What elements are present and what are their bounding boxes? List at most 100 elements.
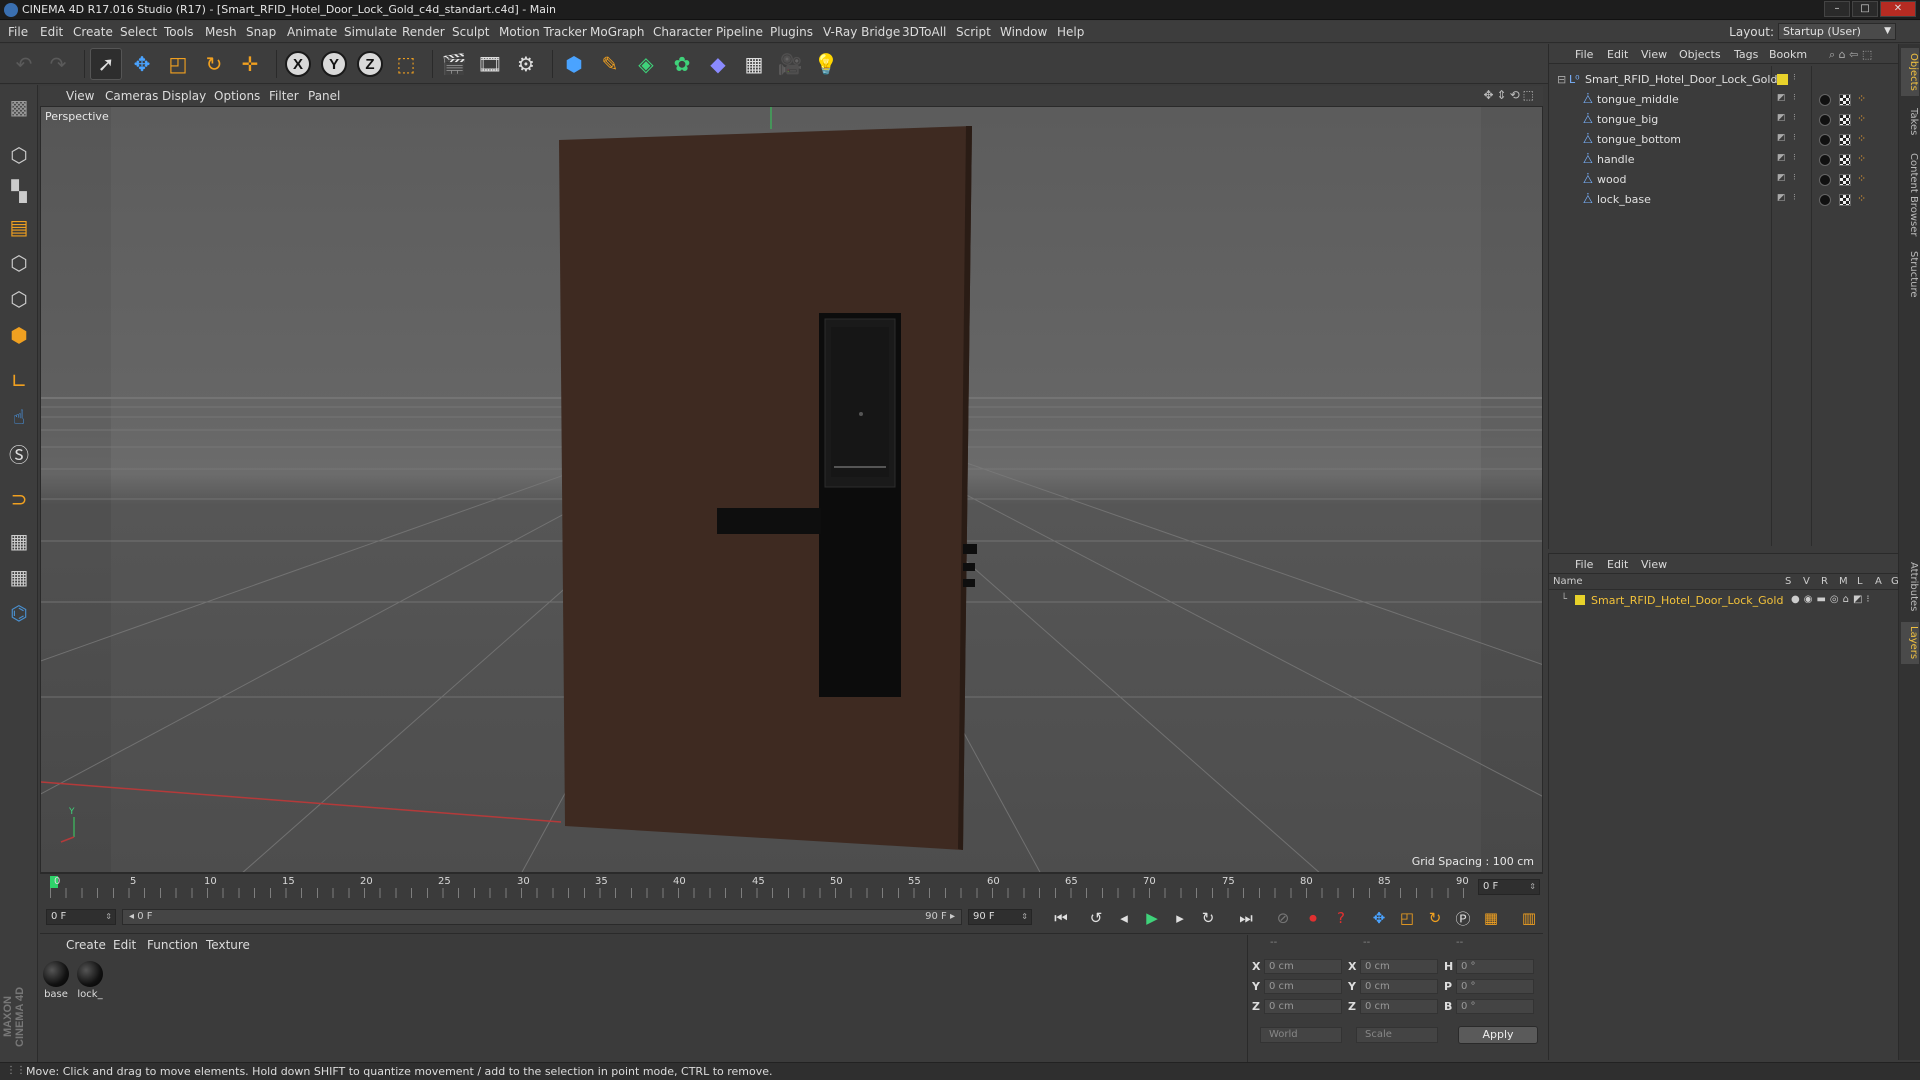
object-row[interactable]: ⧊ lock_base ◩ ⁝ ⁘ [1551,190,1893,210]
key-scale-icon[interactable]: ◰ [1396,907,1418,929]
material-menu-function[interactable]: Function [147,938,198,952]
maximize-button[interactable]: □ [1852,1,1878,17]
selection-tag-icon[interactable]: ⁘ [1857,132,1866,145]
next-frame-icon[interactable]: ▸ [1169,907,1191,929]
viewport-menu-panel[interactable]: Panel [308,89,340,103]
render-settings-icon[interactable]: ⚙ [510,48,542,80]
menu-character[interactable]: Character [653,25,712,39]
object-row[interactable]: ⧊ tongue_middle ◩ ⁝ ⁘ [1551,90,1893,110]
go-to-start-icon[interactable]: ⏮ [1050,907,1072,929]
uvw-tag-icon[interactable] [1839,174,1851,186]
objects-menu-view[interactable]: View [1641,48,1667,61]
menu-render[interactable]: Render [402,25,445,39]
z-axis-lock-icon[interactable]: Z [354,48,386,80]
selection-tag-icon[interactable]: ⁘ [1857,152,1866,165]
position-z-field[interactable]: 0 cm [1264,999,1342,1014]
uvw-tag-icon[interactable] [1839,94,1851,106]
tab-content-browser[interactable]: Content Browser [1901,148,1919,242]
material-tag-icon[interactable] [1819,114,1831,126]
layer-row[interactable]: └ Smart_RFID_Hotel_Door_Lock_Gold ●◉▬◎⌂◩… [1551,592,1895,610]
apply-button[interactable]: Apply [1458,1026,1538,1044]
layer-icon[interactable]: ◩ [1777,153,1786,163]
points-mode-icon[interactable]: ⬡ [2,247,36,279]
end-frame-field[interactable]: 90 F ⇕ [968,909,1032,925]
x-axis-lock-icon[interactable]: X [282,48,314,80]
object-row-root[interactable]: ⊟ L⁰ Smart_RFID_Hotel_Door_Lock_Gold ⁝ [1551,70,1893,90]
size-mode-select[interactable]: Scale [1356,1027,1438,1043]
visibility-dots-icon[interactable]: ⁝ [1793,73,1796,83]
timeline-window-icon[interactable]: ▥ [1518,907,1540,929]
keyframe-selection-icon[interactable]: ? [1330,907,1352,929]
material-swatch[interactable]: base [42,961,70,1000]
size-x-field[interactable]: 0 cm [1360,959,1438,974]
selection-tag-icon[interactable]: ⁘ [1857,92,1866,105]
layer-toggle-icons[interactable]: ●◉▬◎⌂◩⁝ [1791,594,1874,605]
tweak-mode-icon[interactable]: ☝ [2,401,36,433]
menu-edit[interactable]: Edit [40,25,63,39]
menu-select[interactable]: Select [120,25,157,39]
transform-tool-icon[interactable]: ✛ [234,48,266,80]
start-frame-field[interactable]: 0 F ⇕ [46,909,116,925]
layer-icon[interactable]: ◩ [1777,173,1786,183]
previous-key-icon[interactable]: ↺ [1085,907,1107,929]
rotation-h-field[interactable]: 0 ° [1456,959,1534,974]
material-tag-icon[interactable] [1819,134,1831,146]
texture-mode-icon[interactable]: ▚ [2,175,36,207]
visibility-dots-icon[interactable]: ⁝ [1793,113,1796,123]
layer-icon[interactable]: ◩ [1777,193,1786,203]
viewport-menu-view[interactable]: View [66,89,94,103]
scale-tool-icon[interactable]: ◰ [162,48,194,80]
menu-file[interactable]: File [8,25,28,39]
go-to-end-icon[interactable]: ⏭ [1235,907,1257,929]
menu-snap[interactable]: Snap [246,25,276,39]
key-position-icon[interactable]: ✥ [1368,907,1390,929]
redo-icon[interactable]: ↷ [42,48,74,80]
rotation-p-field[interactable]: 0 ° [1456,979,1534,994]
object-row[interactable]: ⧊ tongue_big ◩ ⁝ ⁘ [1551,110,1893,130]
y-axis-lock-icon[interactable]: Y [318,48,350,80]
menu-simulate[interactable]: Simulate [344,25,397,39]
layers-menu-view[interactable]: View [1641,558,1667,571]
planar-workplane-icon[interactable]: ▦ [2,561,36,593]
coordinate-space-select[interactable]: World [1260,1027,1342,1043]
menu-sculpt[interactable]: Sculpt [452,25,489,39]
visibility-dots-icon[interactable]: ⁝ [1793,153,1796,163]
menu-vray-bridge[interactable]: V-Ray Bridge [823,25,900,39]
cube-primitive-icon[interactable]: ⬢ [558,48,590,80]
position-y-field[interactable]: 0 cm [1264,979,1342,994]
workplane-icon[interactable]: ▤ [2,211,36,243]
minimize-button[interactable]: – [1824,1,1850,17]
material-menu-edit[interactable]: Edit [113,938,136,952]
menu-window[interactable]: Window [1000,25,1047,39]
rotate-tool-icon[interactable]: ↻ [198,48,230,80]
selection-tag-icon[interactable]: ⁘ [1857,112,1866,125]
menu-mograph[interactable]: MoGraph [590,25,645,39]
key-pla-icon[interactable]: ▦ [1480,907,1502,929]
objects-menu-tags[interactable]: Tags [1734,48,1758,61]
viewport-menu-display[interactable]: Display [162,89,206,103]
play-icon[interactable]: ▶ [1141,907,1163,929]
subdivision-surface-icon[interactable]: ◈ [630,48,662,80]
menu-plugins[interactable]: Plugins [770,25,813,39]
undo-icon[interactable]: ↶ [8,48,40,80]
selection-tag-icon[interactable]: ⁘ [1857,172,1866,185]
render-view-icon[interactable]: 🎬 [438,48,470,80]
tab-takes[interactable]: Takes [1901,102,1919,142]
viewport-menu-filter[interactable]: Filter [269,89,299,103]
python-icon[interactable]: ⌬ [2,597,36,629]
menu-pipeline[interactable]: Pipeline [716,25,763,39]
deformer-icon[interactable]: ◆ [702,48,734,80]
layer-color-swatch[interactable] [1575,595,1585,605]
menu-mesh[interactable]: Mesh [205,25,237,39]
objects-menu-file[interactable]: File [1575,48,1593,61]
key-rotation-icon[interactable]: ↻ [1424,907,1446,929]
object-row[interactable]: ⧊ wood ◩ ⁝ ⁘ [1551,170,1893,190]
close-button[interactable]: ✕ [1880,1,1916,17]
make-editable-icon[interactable]: ▩ [2,91,36,123]
render-picture-viewer-icon[interactable]: 🎞 [474,48,506,80]
object-row[interactable]: ⧊ tongue_bottom ◩ ⁝ ⁘ [1551,130,1893,150]
material-tag-icon[interactable] [1819,174,1831,186]
enable-axis-icon[interactable]: ∟ [2,365,36,397]
material-swatch[interactable]: lock_ [76,961,104,1000]
light-icon[interactable]: 💡 [810,48,842,80]
